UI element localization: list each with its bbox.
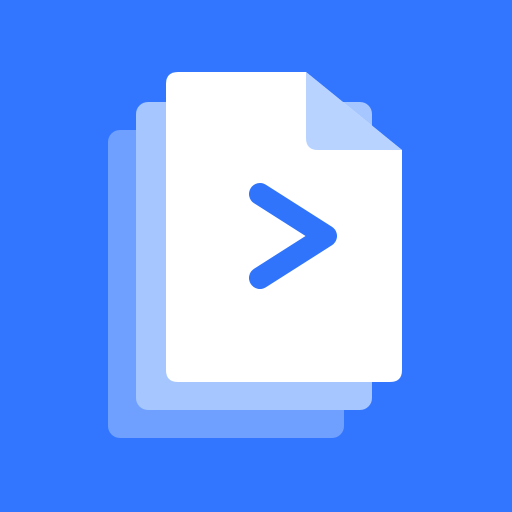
document-stack-chevron-icon xyxy=(0,0,512,512)
app-icon xyxy=(0,0,512,512)
